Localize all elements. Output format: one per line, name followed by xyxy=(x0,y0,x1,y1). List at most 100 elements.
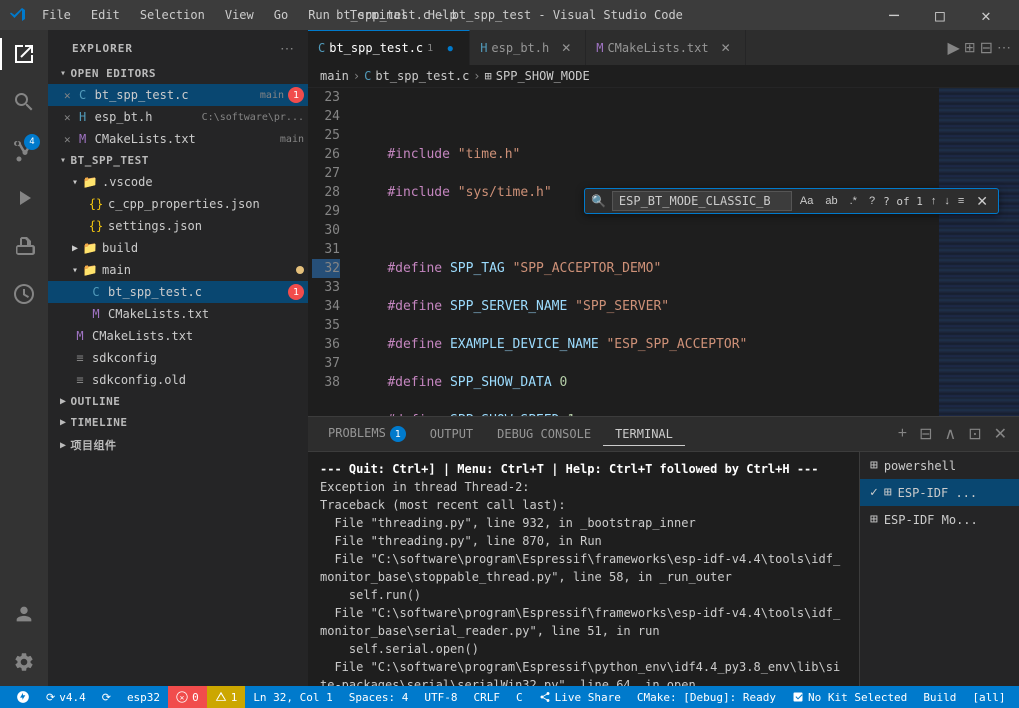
open-editor-esp-bt[interactable]: ✕ H esp_bt.h C:\software\pr... xyxy=(48,106,308,128)
status-language[interactable]: C xyxy=(508,686,531,708)
extensions-activity-icon[interactable] xyxy=(0,222,48,270)
close-button[interactable]: ✕ xyxy=(963,0,1009,30)
whole-word-button[interactable]: ab xyxy=(821,193,841,209)
terminal-content[interactable]: --- Quit: Ctrl+] | Menu: Ctrl+T | Help: … xyxy=(308,452,859,686)
case-sensitive-button[interactable]: Aa xyxy=(796,193,817,209)
run-button[interactable]: ▶ xyxy=(948,38,960,58)
tab-bt-spp-test[interactable]: C bt_spp_test.c 1 ● xyxy=(308,30,470,65)
find-settings-button[interactable]: ≡ xyxy=(954,193,968,209)
panel-close-button[interactable]: ✕ xyxy=(990,422,1011,446)
bt-spp-test-c-file[interactable]: C bt_spp_test.c 1 xyxy=(48,281,308,303)
folder-icon: 📁 xyxy=(82,175,98,189)
outline-section[interactable]: ▶ OUTLINE xyxy=(48,391,308,412)
more-actions-button[interactable]: ⋯ xyxy=(997,39,1011,56)
prev-match-button[interactable]: ↑ xyxy=(927,193,941,209)
terminal-item-powershell[interactable]: ⊞ powershell xyxy=(860,452,1019,479)
regex-button[interactable]: .* xyxy=(846,193,861,209)
status-spaces[interactable]: Spaces: 4 xyxy=(341,686,417,708)
source-control-activity-icon[interactable]: 4 xyxy=(0,126,48,174)
search-activity-icon[interactable] xyxy=(0,78,48,126)
vscode-dir[interactable]: ▾ 📁 .vscode xyxy=(48,171,308,193)
tab-cmake-close[interactable]: ✕ xyxy=(717,39,735,57)
split-terminal-button[interactable]: ⊟ xyxy=(915,422,936,446)
menu-view[interactable]: View xyxy=(217,6,262,24)
breadcrumb-main[interactable]: main xyxy=(320,69,349,83)
status-platform[interactable]: esp32 xyxy=(119,686,168,708)
cmake-root-file[interactable]: M CMakeLists.txt xyxy=(48,325,308,347)
close-tab-icon[interactable]: ✕ xyxy=(64,89,71,102)
status-build-all[interactable]: [all] xyxy=(964,686,1013,708)
menu-edit[interactable]: Edit xyxy=(83,6,128,24)
accounts-activity-icon[interactable] xyxy=(0,590,48,638)
next-match-button[interactable]: ↓ xyxy=(940,193,954,209)
tab-esp-bt-close[interactable]: ✕ xyxy=(557,39,575,57)
build-dir[interactable]: ▶ 📁 build xyxy=(48,237,308,259)
status-eol[interactable]: CRLF xyxy=(466,686,509,708)
editor-layout-button[interactable]: ⊟ xyxy=(980,38,993,58)
timeline-section[interactable]: ▶ TIMELINE xyxy=(48,412,308,433)
status-bar-right: Ln 32, Col 1 Spaces: 4 UTF-8 CRLF C Live… xyxy=(245,686,1013,708)
status-encoding[interactable]: UTF-8 xyxy=(416,686,465,708)
open-editor-bt-spp-test[interactable]: ✕ C bt_spp_test.c main 1 xyxy=(48,84,308,106)
debug-console-tab[interactable]: DEBUG CONSOLE xyxy=(485,423,603,445)
close-tab-icon3[interactable]: ✕ xyxy=(64,133,71,146)
close-search-button[interactable]: ✕ xyxy=(972,193,992,210)
status-cmake[interactable]: CMake: [Debug]: Ready xyxy=(629,686,784,708)
run-debug-activity-icon[interactable] xyxy=(0,174,48,222)
components-section[interactable]: ▶ 项目组件 xyxy=(48,433,308,457)
sdkconfig-old-file[interactable]: ≡ sdkconfig.old xyxy=(48,369,308,391)
status-warnings[interactable]: 1 xyxy=(207,686,246,708)
status-live-share[interactable]: Live Share xyxy=(531,686,629,708)
code-content[interactable]: #include "time.h" #include "sys/time.h" … xyxy=(348,88,939,416)
menu-run[interactable]: Run xyxy=(300,6,338,24)
new-file-button[interactable]: ⋯ xyxy=(278,38,296,59)
settings-activity-icon[interactable] xyxy=(0,638,48,686)
open-editors-section[interactable]: ▾ OPEN EDITORS xyxy=(48,63,308,84)
status-sync[interactable]: ⟳ xyxy=(94,686,119,708)
tab-cmake[interactable]: M CMakeLists.txt ✕ xyxy=(586,30,745,65)
problems-tab[interactable]: PROBLEMS1 xyxy=(316,422,418,447)
panel-maximize-button[interactable]: ⊡ xyxy=(964,422,985,446)
terminal-line-3: Traceback (most recent call last): xyxy=(320,496,847,514)
sync-icon2: ⟳ xyxy=(102,691,111,704)
preserve-case-button[interactable]: ? xyxy=(865,193,879,209)
terminal-item-espidf[interactable]: ✓ ⊞ ESP-IDF ... xyxy=(860,479,1019,506)
maximize-button[interactable]: □ xyxy=(917,0,963,30)
error-badge: 1 xyxy=(288,87,304,103)
breadcrumb-symbol[interactable]: SPP_SHOW_MODE xyxy=(496,69,590,83)
status-remote[interactable] xyxy=(8,686,38,708)
bt-spp-test-section[interactable]: ▾ BT_SPP_TEST xyxy=(48,150,308,171)
panel-collapse-button[interactable]: ∧ xyxy=(940,422,960,446)
remote-explorer-activity-icon[interactable] xyxy=(0,270,48,318)
tab-esp-bt[interactable]: H esp_bt.h ✕ xyxy=(470,30,586,65)
search-input[interactable] xyxy=(612,191,792,211)
main-dir[interactable]: ▾ 📁 main xyxy=(48,259,308,281)
cmake-main-file[interactable]: M CMakeLists.txt xyxy=(48,303,308,325)
menu-go[interactable]: Go xyxy=(266,6,296,24)
menu-file[interactable]: File xyxy=(34,6,79,24)
c-cpp-properties-file[interactable]: {} c_cpp_properties.json xyxy=(48,193,308,215)
breadcrumb: main › C bt_spp_test.c › ⊞ SPP_SHOW_MODE xyxy=(308,65,1019,88)
explorer-activity-icon[interactable] xyxy=(0,30,48,78)
menu-selection[interactable]: Selection xyxy=(132,6,213,24)
output-tab[interactable]: OUTPUT xyxy=(418,423,485,445)
new-terminal-button[interactable]: + xyxy=(894,422,911,446)
open-editor-cmakelists[interactable]: ✕ M CMakeLists.txt main xyxy=(48,128,308,150)
tab-close-button[interactable]: ● xyxy=(441,39,459,57)
terminal-item-espidf-monitor[interactable]: ⊞ ESP-IDF Mo... xyxy=(860,506,1019,533)
status-no-kit[interactable]: No Kit Selected xyxy=(784,686,915,708)
code-editor[interactable]: 23242526272829303132333435363738 #includ… xyxy=(308,88,939,416)
panel-tab-bar: PROBLEMS1 OUTPUT DEBUG CONSOLE TERMINAL … xyxy=(308,417,1019,452)
status-build[interactable]: Build xyxy=(915,686,964,708)
minimize-button[interactable]: ─ xyxy=(871,0,917,30)
terminal-tab[interactable]: TERMINAL xyxy=(603,423,685,446)
breadcrumb-file[interactable]: bt_spp_test.c xyxy=(375,69,469,83)
close-tab-icon2[interactable]: ✕ xyxy=(64,111,71,124)
editor-tag2: main xyxy=(280,134,304,145)
status-errors[interactable]: ✕ 0 xyxy=(168,686,207,708)
sdkconfig-file[interactable]: ≡ sdkconfig xyxy=(48,347,308,369)
settings-json-file[interactable]: {} settings.json xyxy=(48,215,308,237)
status-position[interactable]: Ln 32, Col 1 xyxy=(245,686,340,708)
split-editor-button[interactable]: ⊞ xyxy=(964,39,976,56)
status-branch[interactable]: ⟳ v4.4 xyxy=(38,686,94,708)
